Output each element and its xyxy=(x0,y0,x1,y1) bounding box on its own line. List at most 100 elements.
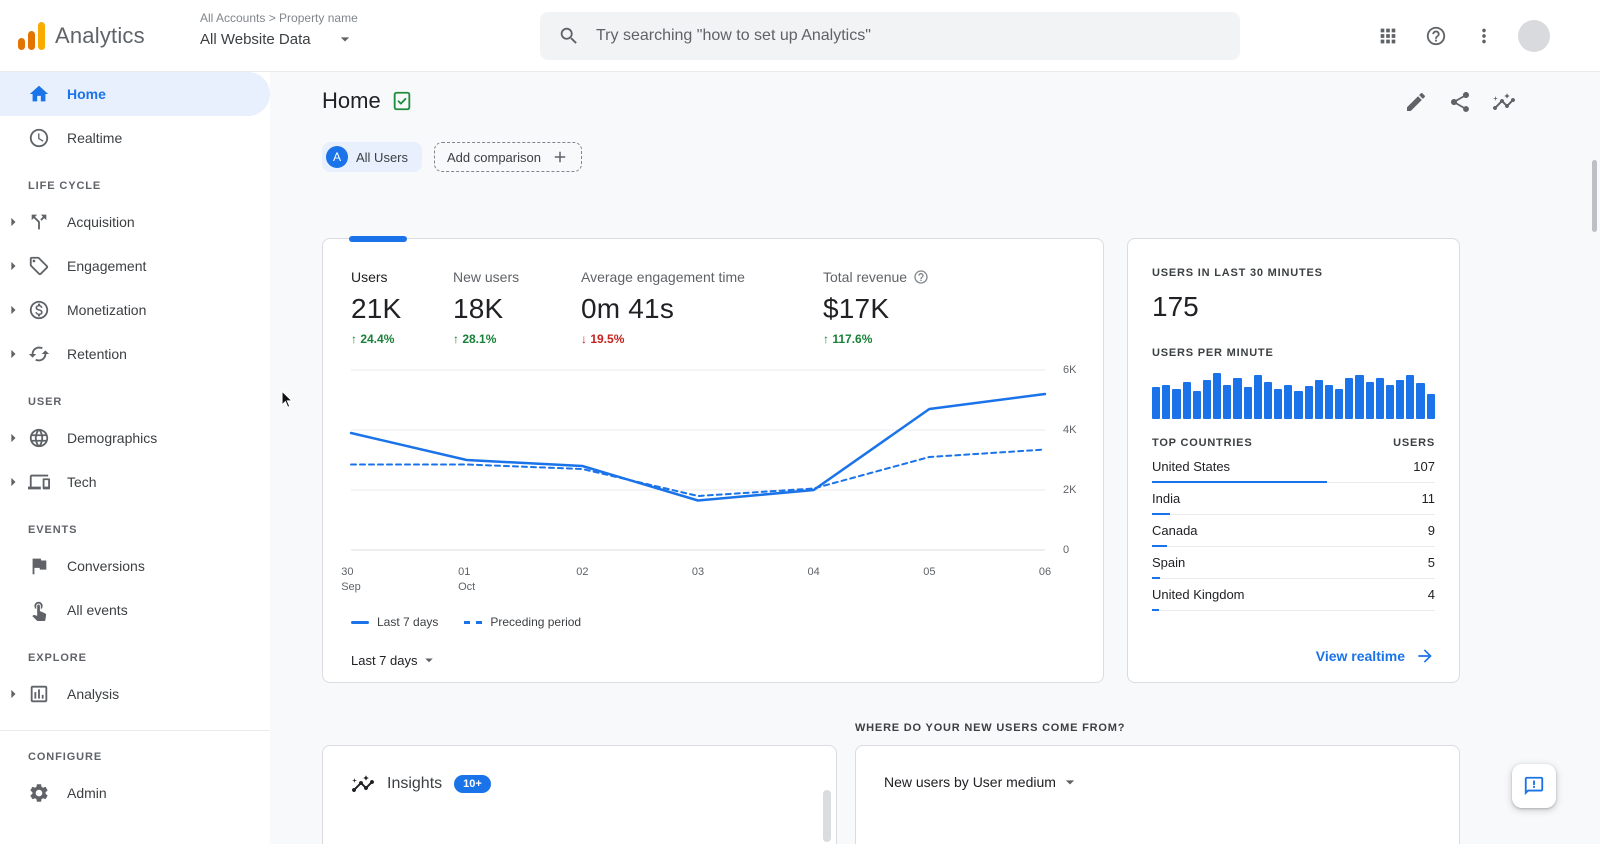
insights-hub-icon[interactable] xyxy=(1492,90,1516,114)
home-icon xyxy=(29,85,49,102)
minute-bar xyxy=(1355,375,1364,419)
metric-tab-new-users[interactable]: New users 18K ↑ 28.1% xyxy=(453,269,555,346)
minute-bar xyxy=(1263,382,1273,419)
analytics-app: Analytics All Accounts > Property name A… xyxy=(0,0,1600,844)
users-header: USERS xyxy=(1393,437,1435,449)
plus-icon xyxy=(554,151,566,163)
gear-icon xyxy=(30,784,48,802)
metric-value: 18K xyxy=(453,293,504,324)
minute-bar xyxy=(1223,384,1232,419)
search-input[interactable] xyxy=(596,27,1222,45)
property-selector[interactable]: All Website Data xyxy=(200,29,358,49)
y-tick-label: 0 xyxy=(1063,544,1070,556)
country-users: 11 xyxy=(1421,491,1436,506)
search-icon xyxy=(560,27,577,44)
x-tick-label: 03 xyxy=(691,566,705,578)
breadcrumb[interactable]: All Accounts > Property name xyxy=(200,11,358,25)
all-users-chip-label: All Users xyxy=(356,149,409,165)
minute-bar xyxy=(1375,377,1384,419)
sidebar-item-tech[interactable]: Tech xyxy=(0,460,270,504)
insights-icon xyxy=(352,775,374,792)
logo-bar-short xyxy=(18,38,25,50)
add-comparison-button[interactable]: Add comparison xyxy=(434,142,582,172)
account-area: All Accounts > Property name All Website… xyxy=(200,11,358,49)
x-tick-label: 02 xyxy=(576,566,589,578)
clock-icon xyxy=(29,128,49,148)
help-button[interactable] xyxy=(1414,14,1458,58)
country-row-india: India 11 xyxy=(1152,483,1435,515)
users-per-minute-label: USERS PER MINUTE xyxy=(1152,347,1274,359)
all-users-chip[interactable]: A All Users xyxy=(322,142,423,172)
metric-tab-users[interactable]: Users 21K ↑ 24.4% xyxy=(351,269,427,346)
metric-value: $17K xyxy=(823,293,890,324)
page-scrollbar[interactable] xyxy=(1592,160,1597,232)
retention-icon xyxy=(28,346,50,362)
logo-bar-medium xyxy=(28,31,35,50)
more-options-button[interactable] xyxy=(1462,14,1506,58)
sidebar-item-conversions[interactable]: Conversions xyxy=(0,544,270,588)
metric-change: ↑ 28.1% xyxy=(453,332,497,346)
users-30min-label: USERS IN LAST 30 MINUTES xyxy=(1152,267,1323,279)
country-trend-bar xyxy=(1152,609,1159,611)
sidebar-item-retention[interactable]: Retention xyxy=(0,332,270,376)
view-realtime-link[interactable]: View realtime xyxy=(1316,646,1435,666)
minute-bar xyxy=(1385,384,1395,419)
view-realtime-label: View realtime xyxy=(1315,648,1405,664)
sidebar-item-label: Home xyxy=(67,86,106,102)
metric-tab-total-revenue[interactable]: Total revenue $17K ↑ 117.6% xyxy=(823,269,929,346)
sidebar-section-configure: CONFIGURE xyxy=(0,730,270,771)
metric-change: ↑ 24.4% xyxy=(351,332,395,346)
metric-change: ↓ 19.5% xyxy=(581,332,625,346)
metric-label: Average engagement time xyxy=(581,269,745,285)
search-bar[interactable] xyxy=(540,12,1240,60)
caret-down-icon xyxy=(1065,780,1075,785)
minute-bar xyxy=(1324,384,1334,419)
legend-item-preceding-period: Preceding period xyxy=(464,615,581,629)
sidebar: Home Realtime LIFE CYCLE Acquisition Engagem… xyxy=(0,72,270,844)
header-actions xyxy=(1366,0,1550,72)
chart-icon xyxy=(30,685,48,703)
google-apps-button[interactable] xyxy=(1366,14,1410,58)
minute-bar xyxy=(1172,389,1181,419)
minute-bar xyxy=(1243,386,1252,419)
minute-bar xyxy=(1182,382,1191,419)
minute-bar xyxy=(1304,385,1313,419)
sidebar-item-label: Retention xyxy=(67,346,127,362)
date-range-selector[interactable]: Last 7 days xyxy=(351,651,438,669)
metric-tab-average-engagement-time[interactable]: Average engagement time 0m 41s ↓ 19.5% xyxy=(581,269,797,346)
metric-label: Total revenue xyxy=(823,269,929,285)
users-line-chart[interactable] xyxy=(349,367,1047,553)
insights-header[interactable]: Insights 10+ xyxy=(351,772,808,796)
sidebar-item-realtime[interactable]: Realtime xyxy=(0,116,270,160)
analytics-home-link[interactable]: Analytics xyxy=(18,0,145,72)
dimension-selector[interactable]: New users by User medium xyxy=(884,772,1431,792)
sidebar-section-explore: EXPLORE xyxy=(28,652,87,664)
sidebar-item-home[interactable]: Home xyxy=(0,72,270,116)
sidebar-item-demographics[interactable]: Demographics xyxy=(0,416,270,460)
countries-header: TOP COUNTRIES USERS xyxy=(1152,437,1435,449)
sidebar-section-events: EVENTS xyxy=(28,524,78,536)
sidebar-item-analysis[interactable]: Analysis xyxy=(0,672,270,716)
analytics-logo-icon xyxy=(18,22,45,50)
country-name: United Kingdom xyxy=(1152,587,1245,602)
sidebar-item-label: Analysis xyxy=(67,686,120,702)
sidebar-item-all-events[interactable]: All events xyxy=(0,588,270,632)
sidebar-item-label: Monetization xyxy=(67,302,147,318)
sidebar-item-acquisition[interactable]: Acquisition xyxy=(0,200,270,244)
country-name: India xyxy=(1152,491,1181,506)
customize-report-icon[interactable] xyxy=(1404,90,1428,114)
minute-bar xyxy=(1284,384,1293,419)
share-icon[interactable] xyxy=(1448,90,1472,114)
countries-list: United States 107 India 11 Canada 9 Spain 5 Unit… xyxy=(1152,451,1435,611)
minute-bar xyxy=(1294,391,1303,419)
sidebar-item-monetization[interactable]: Monetization xyxy=(0,288,270,332)
main-content: Home A All Users Add comparison Users 21K xyxy=(270,72,1600,844)
caret-right-icon xyxy=(11,477,16,487)
account-avatar[interactable] xyxy=(1518,20,1550,52)
sidebar-section-life-cycle: LIFE CYCLE xyxy=(28,180,102,192)
sidebar-item-admin[interactable]: Admin xyxy=(0,771,270,815)
sidebar-item-engagement[interactable]: Engagement xyxy=(0,244,270,288)
minute-bar xyxy=(1233,377,1242,419)
card-scrollbar[interactable] xyxy=(823,790,831,842)
feedback-chat-button[interactable] xyxy=(1512,764,1556,808)
